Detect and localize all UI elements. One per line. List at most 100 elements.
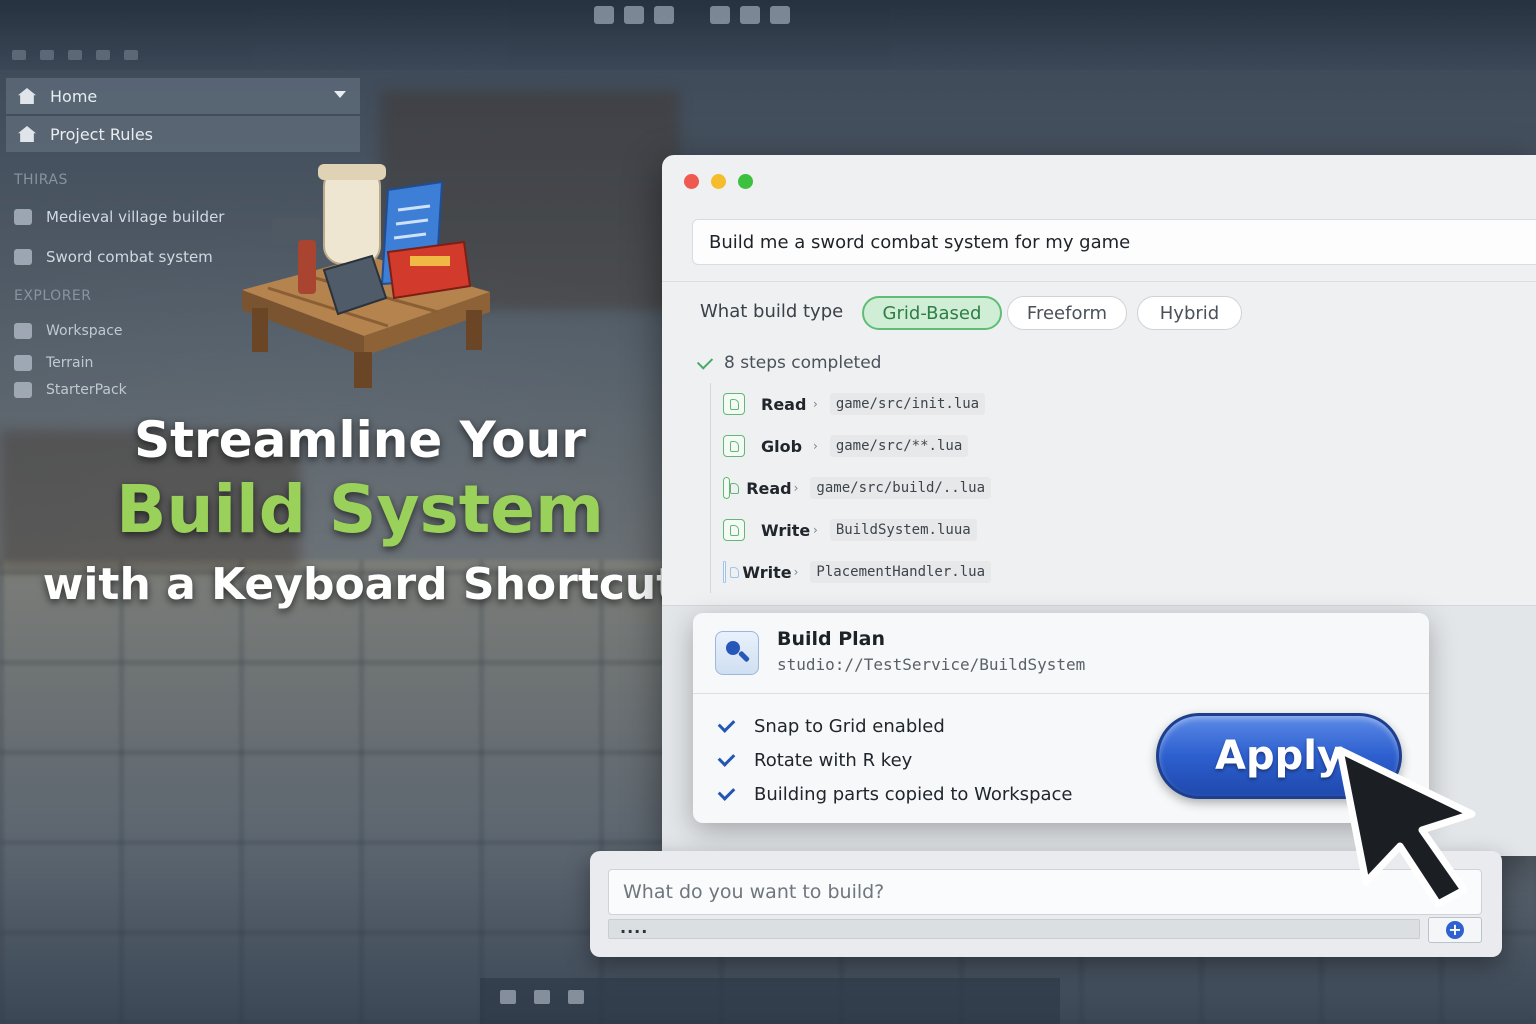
thread-item-medieval-village[interactable]: Medieval village builder xyxy=(14,208,224,226)
headline-line-3: with a Keyboard Shortcut xyxy=(42,559,678,610)
file-icon xyxy=(723,435,745,457)
plan-item-label: Snap to Grid enabled xyxy=(754,715,945,737)
build-type-hybrid[interactable]: Hybrid xyxy=(1137,296,1242,330)
build-plan-list: Snap to Grid enabled Rotate with R key B… xyxy=(717,709,1073,811)
check-icon xyxy=(717,714,736,733)
small-toolbar xyxy=(12,50,138,60)
thread-label: Sword combat system xyxy=(46,248,213,266)
plan-item: Snap to Grid enabled xyxy=(717,709,1073,743)
starterpack-icon xyxy=(14,382,32,398)
dock-icons xyxy=(500,990,584,1004)
thread-label: Medieval village builder xyxy=(46,208,225,226)
build-plan-header: Build Plan studio://TestService/BuildSys… xyxy=(693,613,1429,694)
steps-summary[interactable]: 8 steps completed xyxy=(696,352,882,373)
headline-line-1: Streamline Your xyxy=(134,411,586,469)
step-row: Read › game/src/build/..lua xyxy=(711,467,991,509)
info-icon[interactable] xyxy=(624,6,644,24)
settings-icon[interactable] xyxy=(124,50,138,60)
explorer-item-workspace[interactable]: Workspace xyxy=(14,323,123,339)
check-icon xyxy=(717,748,736,767)
file-icon xyxy=(723,393,745,415)
sidebar-item-label: Home xyxy=(50,86,98,106)
home-icon xyxy=(18,126,36,142)
section-header-threads: THIRAS xyxy=(14,172,68,188)
chevron-down-icon[interactable] xyxy=(334,91,346,98)
step-action: Glob xyxy=(761,436,803,456)
sidebar-item-label: Project Rules xyxy=(50,124,153,144)
toolbar-spacer xyxy=(684,6,700,24)
chevron-right-icon: › xyxy=(813,439,818,453)
chevron-right-icon: › xyxy=(793,481,799,495)
move-icon[interactable] xyxy=(500,990,516,1004)
explorer-label: Terrain xyxy=(46,355,94,371)
step-path: game/src/init.lua xyxy=(829,393,986,415)
file-icon xyxy=(723,519,745,541)
step-path: BuildSystem.luua xyxy=(829,519,977,541)
plan-item: Building parts copied to Workspace xyxy=(717,777,1073,811)
stop-icon[interactable] xyxy=(96,50,110,60)
user-prompt: Build me a sword combat system for my ga… xyxy=(692,219,1536,265)
workspace-icon xyxy=(14,323,32,339)
maximize-window-button[interactable] xyxy=(738,174,753,189)
step-action: Write xyxy=(742,562,792,582)
minimize-window-button[interactable] xyxy=(711,174,726,189)
file-icon xyxy=(723,561,741,583)
close-window-button[interactable] xyxy=(684,174,699,189)
menu-icon[interactable] xyxy=(568,990,584,1004)
back-icon[interactable] xyxy=(12,50,26,60)
build-plan-path: studio://TestService/BuildSystem xyxy=(777,655,1086,674)
sidebar-item-project-rules[interactable]: Project Rules xyxy=(6,116,360,152)
step-action: Read xyxy=(746,478,792,498)
image-icon[interactable] xyxy=(534,990,550,1004)
home-icon xyxy=(18,88,36,104)
steps-list: Read › game/src/init.lua Glob › game/src… xyxy=(710,383,991,593)
play-icon[interactable] xyxy=(68,50,82,60)
explorer-label: Workspace xyxy=(46,323,123,339)
step-action: Read xyxy=(761,394,807,414)
section-header-explorer: EXPLORER xyxy=(14,288,92,304)
step-row: Glob › game/src/**.lua xyxy=(711,425,991,467)
workbench-illustration xyxy=(242,164,490,388)
typing-indicator: .... xyxy=(620,918,649,937)
headline: Streamline Your Build System with a Keyb… xyxy=(40,410,680,616)
plan-item-label: Rotate with R key xyxy=(754,749,913,771)
chevron-right-icon: › xyxy=(813,397,818,411)
layout-icon[interactable] xyxy=(740,6,760,24)
steps-summary-label: 8 steps completed xyxy=(724,353,882,373)
divider xyxy=(662,281,1536,282)
home-icon[interactable] xyxy=(594,6,614,24)
top-app-bar xyxy=(0,0,1536,70)
explorer-label: StarterPack xyxy=(46,382,127,398)
plan-item: Rotate with R key xyxy=(717,743,1073,777)
chevron-right-icon: › xyxy=(813,523,818,537)
search-icon xyxy=(715,631,759,675)
step-path: game/src/build/..lua xyxy=(810,477,991,499)
sidebar-item-home[interactable]: Home xyxy=(6,78,360,114)
mail-icon[interactable] xyxy=(710,6,730,24)
build-type-label: What build type xyxy=(700,301,844,322)
forward-icon[interactable] xyxy=(40,50,54,60)
file-icon xyxy=(723,477,740,499)
lock-icon[interactable] xyxy=(654,6,674,24)
step-action: Write xyxy=(761,520,811,540)
step-path: PlacementHandler.lua xyxy=(810,561,991,583)
headline-line-2: Build System xyxy=(116,471,604,548)
build-type-grid-based[interactable]: Grid-Based xyxy=(862,296,1002,330)
add-button[interactable]: + xyxy=(1428,917,1482,943)
check-icon xyxy=(717,782,736,801)
top-toolbar xyxy=(594,6,790,24)
explorer-item-starterpack[interactable]: StarterPack xyxy=(14,382,127,398)
table-icon[interactable] xyxy=(770,6,790,24)
chat-icon xyxy=(14,209,32,225)
explorer-item-terrain[interactable]: Terrain xyxy=(14,355,93,371)
thread-item-sword-combat[interactable]: Sword combat system xyxy=(14,248,213,266)
build-type-freeform[interactable]: Freeform xyxy=(1007,296,1127,330)
build-plan-card: Build Plan studio://TestService/BuildSys… xyxy=(693,613,1429,823)
chevron-right-icon: › xyxy=(793,565,799,579)
check-icon xyxy=(696,352,714,370)
chat-icon xyxy=(14,249,32,265)
input-status-bar xyxy=(608,919,1420,939)
terrain-icon xyxy=(14,355,32,371)
window-controls xyxy=(684,174,753,189)
step-row: Read › game/src/init.lua xyxy=(711,383,991,425)
